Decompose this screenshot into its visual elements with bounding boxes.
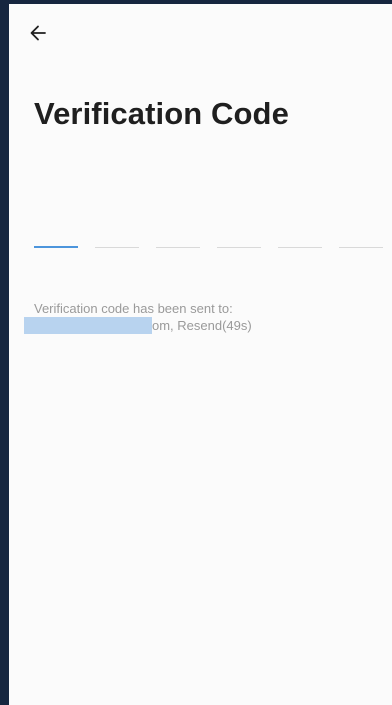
code-input-row[interactable] [34,226,384,250]
back-button[interactable] [26,21,50,45]
verification-info: Verification code has been sent to: om, … [24,301,374,334]
code-digit-5[interactable] [278,226,322,250]
code-digit-6[interactable] [339,226,383,250]
email-resend-line: om, Resend(49s) [24,317,374,334]
resend-link[interactable]: Resend(49s) [177,318,251,334]
arrow-left-icon [30,25,46,41]
code-digit-2[interactable] [95,226,139,250]
sent-notice: Verification code has been sent to: [34,301,233,316]
email-suffix: om, [152,317,174,333]
page-title: Verification Code [34,96,289,131]
verification-screen: Verification Code Verification code has … [9,4,392,705]
code-digit-3[interactable] [156,226,200,250]
code-digit-1[interactable] [34,226,78,250]
code-digit-4[interactable] [217,226,261,250]
redacted-email [24,317,152,334]
